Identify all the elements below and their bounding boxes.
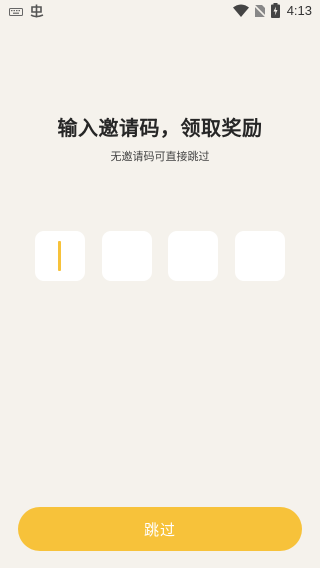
no-sim-icon [253, 3, 266, 18]
code-digit-box-3[interactable] [168, 231, 218, 281]
invite-code-input[interactable] [35, 231, 285, 281]
status-time: 4:13 [286, 3, 312, 18]
status-bar: 4:13 [0, 0, 320, 24]
page-title: 输入邀请码，领取奖励 [57, 116, 263, 140]
status-left-icons [9, 4, 45, 19]
skip-button[interactable]: 跳过 [18, 507, 302, 551]
wifi-icon [232, 4, 249, 17]
page-subtitle: 无邀请码可直接跳过 [110, 150, 210, 163]
battery-charging-icon [270, 3, 280, 18]
keyboard-icon [9, 7, 23, 17]
app-notification-icon [29, 4, 45, 19]
code-digit-box-1[interactable] [35, 231, 85, 281]
code-digit-box-4[interactable] [235, 231, 285, 281]
status-right-icons: 4:13 [232, 3, 312, 18]
code-digit-box-2[interactable] [102, 231, 152, 281]
text-cursor [58, 241, 61, 271]
